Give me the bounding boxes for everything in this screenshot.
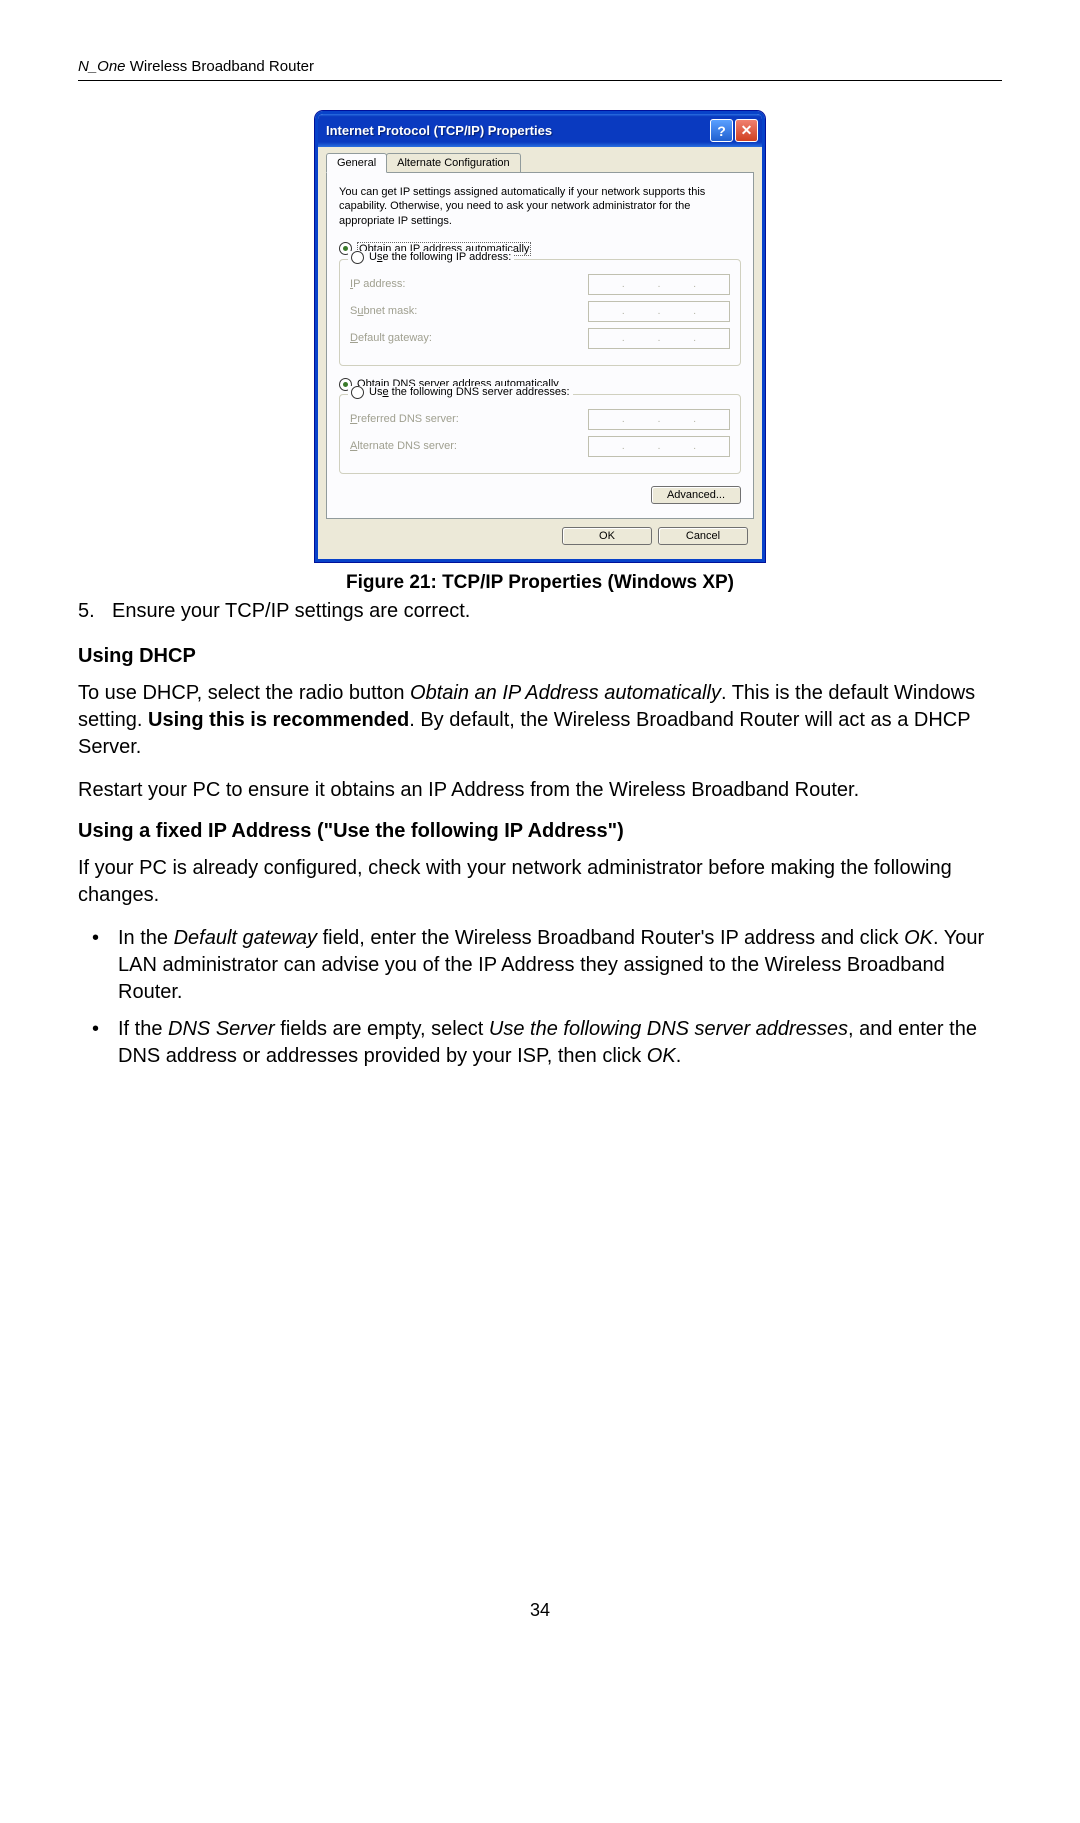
tab-general[interactable]: General	[326, 153, 387, 173]
ip-address-input[interactable]: ...	[588, 274, 730, 295]
close-icon[interactable]: ✕	[735, 119, 758, 142]
paragraph-fixed-1: If your PC is already configured, check …	[78, 855, 1002, 909]
help-icon[interactable]: ?	[710, 119, 733, 142]
alternate-dns-input[interactable]: ...	[588, 436, 730, 457]
preferred-dns-label: Preferred DNS server:	[350, 413, 459, 425]
paragraph-dhcp-1: To use DHCP, select the radio button Obt…	[78, 680, 1002, 761]
header-product-name: N_One Wireless Broadband Router	[78, 58, 314, 75]
radio-use-dns[interactable]: Use the following DNS server addresses:	[351, 386, 570, 399]
tcpip-properties-dialog: Internet Protocol (TCP/IP) Properties ? …	[315, 111, 765, 562]
dialog-screenshot: Internet Protocol (TCP/IP) Properties ? …	[78, 111, 1002, 562]
subnet-mask-label: Subnet mask:	[350, 305, 417, 317]
list-item: In the Default gateway field, enter the …	[78, 925, 1002, 1006]
cancel-button[interactable]: Cancel	[658, 527, 748, 545]
page-header: N_One Wireless Broadband Router	[78, 58, 1002, 81]
default-gateway-input[interactable]: ...	[588, 328, 730, 349]
alternate-dns-label: Alternate DNS server:	[350, 440, 457, 452]
dialog-description: You can get IP settings assigned automat…	[339, 185, 741, 228]
bullet-list-fixed: In the Default gateway field, enter the …	[78, 925, 1002, 1070]
ok-button[interactable]: OK	[562, 527, 652, 545]
default-gateway-label: Default gateway:	[350, 332, 432, 344]
dialog-titlebar: Internet Protocol (TCP/IP) Properties ? …	[318, 114, 762, 147]
radio-label: Use the following DNS server addresses:	[369, 386, 570, 398]
advanced-button[interactable]: Advanced...	[651, 486, 741, 504]
list-item: If the DNS Server fields are empty, sele…	[78, 1016, 1002, 1070]
heading-fixed-ip: Using a fixed IP Address ("Use the follo…	[78, 820, 1002, 843]
radio-label: Use the following IP address:	[369, 251, 511, 263]
heading-using-dhcp: Using DHCP	[78, 645, 1002, 668]
figure-caption: Figure 21: TCP/IP Properties (Windows XP…	[78, 572, 1002, 594]
radio-use-ip[interactable]: Use the following IP address:	[351, 251, 511, 264]
page-number: 34	[78, 1600, 1002, 1621]
radio-icon	[351, 386, 364, 399]
dialog-tabs: General Alternate Configuration	[326, 153, 754, 173]
subnet-mask-input[interactable]: ...	[588, 301, 730, 322]
dialog-title: Internet Protocol (TCP/IP) Properties	[326, 123, 552, 138]
preferred-dns-input[interactable]: ...	[588, 409, 730, 430]
tab-alternate[interactable]: Alternate Configuration	[386, 153, 521, 172]
list-item-step5: 5. Ensure your TCP/IP settings are corre…	[78, 600, 1002, 623]
radio-icon	[351, 251, 364, 264]
ip-address-label: IP address:	[350, 278, 405, 290]
paragraph-dhcp-2: Restart your PC to ensure it obtains an …	[78, 777, 1002, 804]
